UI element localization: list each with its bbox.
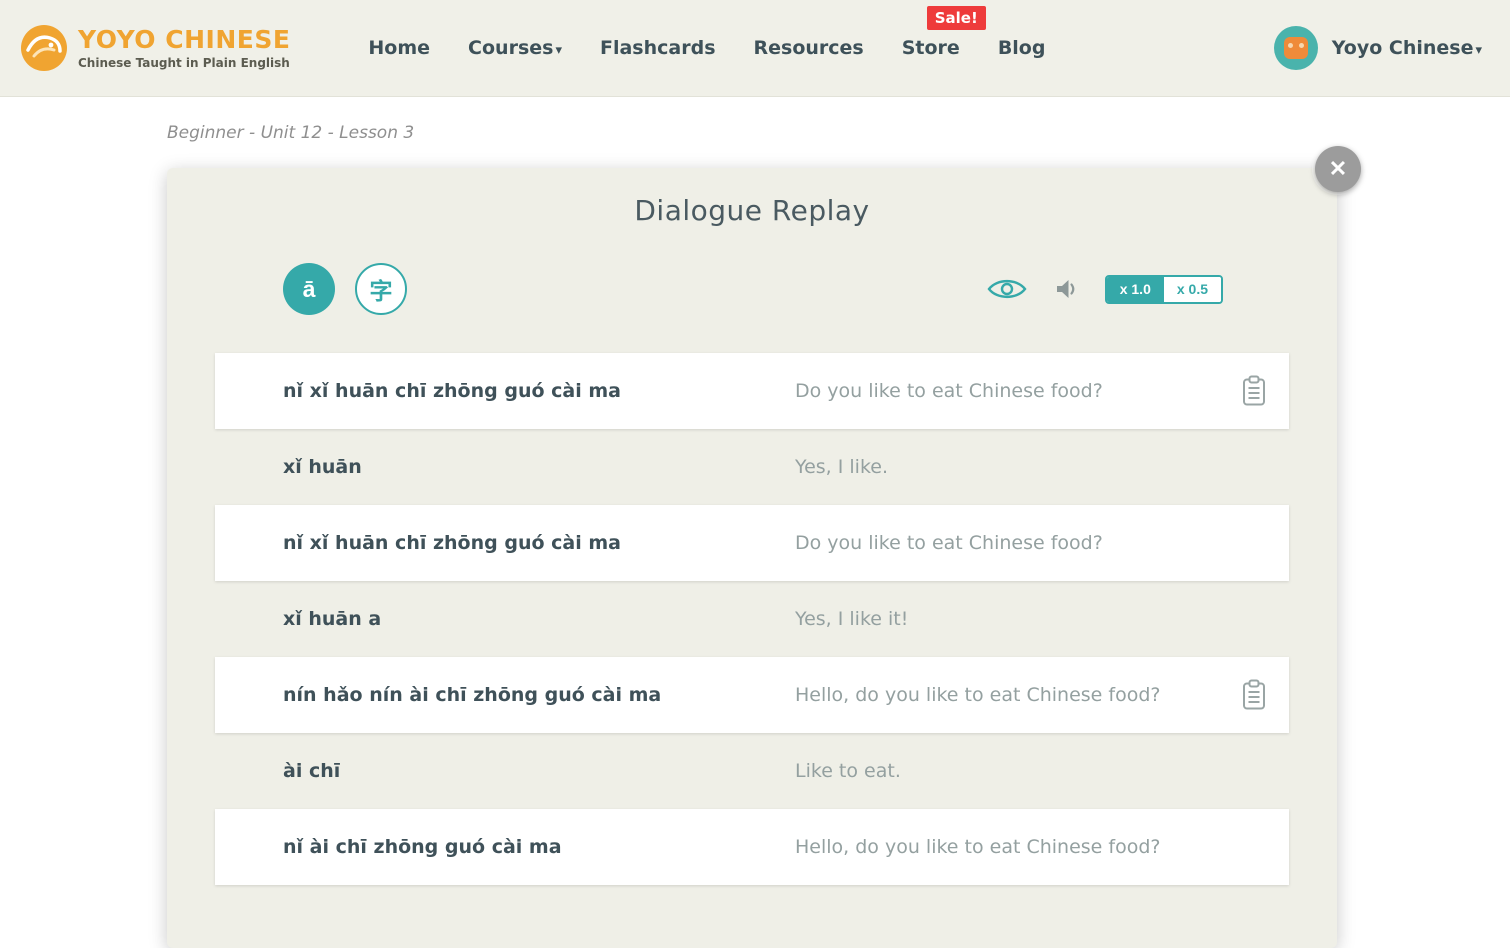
nav-item-home[interactable]: Home	[368, 37, 430, 59]
pinyin-text: xǐ huān a	[283, 608, 795, 630]
dialogue-row[interactable]: nǐ xǐ huān chī zhōng guó cài ma Do you l…	[215, 505, 1289, 581]
nav-item-store[interactable]: Store Sale!	[902, 37, 960, 59]
breadcrumb: Beginner - Unit 12 - Lesson 3	[167, 123, 1510, 143]
close-icon: ✕	[1329, 156, 1347, 182]
nav-label: Flashcards	[600, 37, 716, 59]
chevron-down-icon: ▾	[1475, 43, 1482, 58]
characters-toggle-button[interactable]: 字	[355, 263, 407, 315]
english-text: Yes, I like it!	[795, 608, 1241, 630]
user-name-text: Yoyo Chinese	[1332, 37, 1474, 59]
pinyin-text: xǐ huān	[283, 456, 795, 478]
nav-label: Resources	[754, 37, 864, 59]
show-hide-translation-button[interactable]	[987, 276, 1027, 302]
speed-05x-label: x 0.5	[1177, 281, 1208, 297]
speaker-icon	[1055, 278, 1077, 300]
nav-item-resources[interactable]: Resources	[754, 37, 864, 59]
speed-toggle: x 1.0 x 0.5	[1105, 275, 1223, 304]
pinyin-text: nǐ ài chī zhōng guó cài ma	[283, 836, 795, 858]
english-text: Do you like to eat Chinese food?	[795, 380, 1241, 402]
user-name: Yoyo Chinese▾	[1332, 37, 1482, 59]
top-navigation-bar: YOYO CHINESE Chinese Taught in Plain Eng…	[0, 0, 1510, 97]
pinyin-toggle-label: ā	[303, 276, 316, 303]
nav-label: Store	[902, 37, 960, 59]
notes-button[interactable]	[1241, 679, 1267, 711]
eye-icon	[987, 276, 1027, 302]
dialogue-row[interactable]: nín hǎo nín ài chī zhōng guó cài ma Hell…	[215, 657, 1289, 733]
controls-row: ā 字	[215, 263, 1289, 315]
yoyo-chinese-logo[interactable]: YOYO CHINESE Chinese Taught in Plain Eng…	[20, 24, 290, 72]
yoyo-logo-icon	[20, 24, 68, 72]
speed-1x-label: x 1.0	[1120, 281, 1151, 297]
sale-badge: Sale!	[927, 6, 986, 30]
dialogue-row[interactable]: xǐ huān Yes, I like.	[215, 429, 1289, 505]
dialogue-rows: nǐ xǐ huān chī zhōng guó cài ma Do you l…	[215, 353, 1289, 885]
modal-title: Dialogue Replay	[215, 194, 1289, 227]
volume-button[interactable]	[1055, 278, 1077, 300]
dialogue-row[interactable]: nǐ xǐ huān chī zhōng guó cài ma Do you l…	[215, 353, 1289, 429]
characters-toggle-label: 字	[370, 272, 393, 306]
english-text: Hello, do you like to eat Chinese food?	[795, 684, 1241, 706]
logo-tagline: Chinese Taught in Plain English	[78, 57, 290, 70]
nav-label: Courses	[468, 37, 553, 59]
english-text: Do you like to eat Chinese food?	[795, 532, 1241, 554]
chevron-down-icon: ▾	[555, 43, 562, 58]
nav-label: Home	[368, 37, 430, 59]
nav-item-courses[interactable]: Courses▾	[468, 37, 562, 59]
pinyin-text: nǐ xǐ huān chī zhōng guó cài ma	[283, 532, 795, 554]
english-text: Like to eat.	[795, 760, 1241, 782]
pinyin-text: nǐ xǐ huān chī zhōng guó cài ma	[283, 380, 795, 402]
dialogue-row[interactable]: nǐ ài chī zhōng guó cài ma Hello, do you…	[215, 809, 1289, 885]
nav-item-blog[interactable]: Blog	[998, 37, 1046, 59]
speed-1x-button[interactable]: x 1.0	[1107, 277, 1164, 302]
nav-label: Blog	[998, 37, 1046, 59]
speed-05x-button[interactable]: x 0.5	[1164, 277, 1221, 302]
user-account-menu[interactable]: Yoyo Chinese▾	[1274, 26, 1482, 70]
logo-title: YOYO CHINESE	[78, 26, 290, 54]
pinyin-toggle-button[interactable]: ā	[283, 263, 335, 315]
nav-item-flashcards[interactable]: Flashcards	[600, 37, 716, 59]
dialogue-row[interactable]: xǐ huān a Yes, I like it!	[215, 581, 1289, 657]
clipboard-icon	[1241, 375, 1267, 407]
main-nav: Home Courses▾ Flashcards Resources Store…	[368, 37, 1045, 59]
english-text: Hello, do you like to eat Chinese food?	[795, 836, 1241, 858]
dialogue-replay-modal: ✕ Dialogue Replay ā 字	[167, 168, 1337, 948]
avatar-creature-icon	[1284, 37, 1308, 59]
playback-controls: x 1.0 x 0.5	[987, 275, 1223, 304]
pinyin-text: nín hǎo nín ài chī zhōng guó cài ma	[283, 684, 795, 706]
english-text: Yes, I like.	[795, 456, 1241, 478]
pinyin-text: ài chī	[283, 760, 795, 782]
notes-button[interactable]	[1241, 375, 1267, 407]
dialogue-replay-panel: Dialogue Replay ā 字	[167, 168, 1337, 948]
user-avatar	[1274, 26, 1318, 70]
clipboard-icon	[1241, 679, 1267, 711]
close-button[interactable]: ✕	[1315, 146, 1361, 192]
dialogue-row[interactable]: ài chī Like to eat.	[215, 733, 1289, 809]
